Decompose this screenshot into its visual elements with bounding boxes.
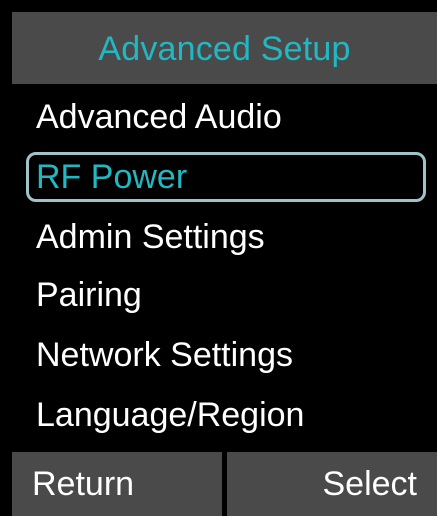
softkey-bar: Return Select xyxy=(12,452,437,516)
return-button-label: Return xyxy=(32,464,135,503)
menu-item-rf-power[interactable]: RF Power xyxy=(26,152,426,202)
device-frame: Advanced Setup Advanced Audio RF Power A… xyxy=(0,0,437,516)
page-title: Advanced Setup xyxy=(98,29,351,68)
device-screen: Advanced Setup Advanced Audio RF Power A… xyxy=(12,12,437,516)
menu-item-pairing[interactable]: Pairing xyxy=(26,270,426,320)
menu-item-admin-settings[interactable]: Admin Settings xyxy=(26,212,426,262)
select-button[interactable]: Select xyxy=(227,452,437,516)
menu-list: Advanced Audio RF Power Admin Settings P… xyxy=(12,84,437,446)
menu-item-advanced-audio[interactable]: Advanced Audio xyxy=(26,92,426,142)
title-bar: Advanced Setup xyxy=(12,12,437,84)
return-button[interactable]: Return xyxy=(12,452,222,516)
menu-item-network-settings[interactable]: Network Settings xyxy=(26,330,426,380)
menu-item-language-region[interactable]: Language/Region xyxy=(26,390,426,440)
select-button-label: Select xyxy=(322,464,418,503)
